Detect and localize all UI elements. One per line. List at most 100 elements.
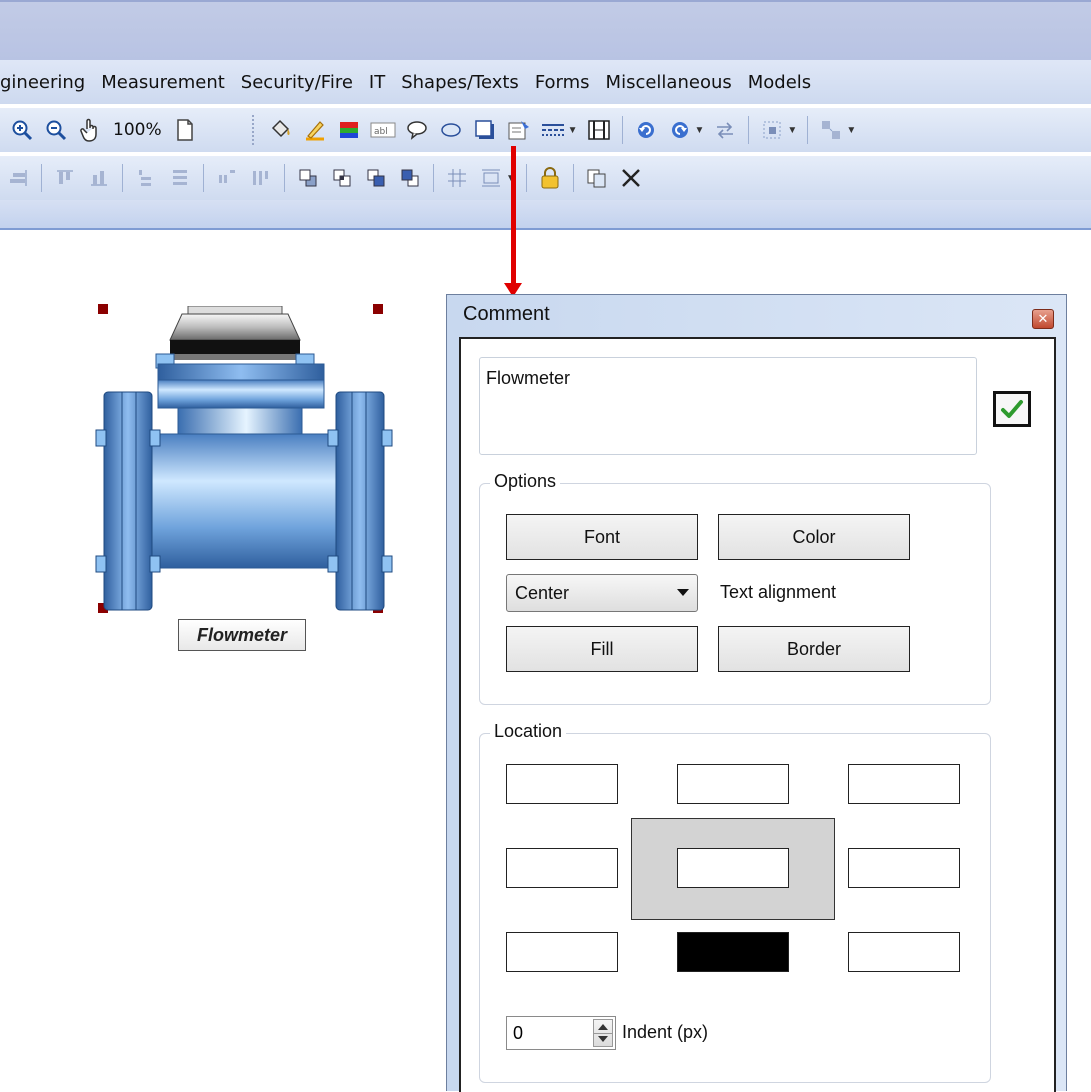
indent-stepper[interactable]: 0 <box>506 1016 616 1050</box>
toolbar-separator <box>572 164 574 192</box>
menu-models[interactable]: Models <box>740 72 819 93</box>
menu-miscellaneous[interactable]: Miscellaneous <box>598 72 740 93</box>
rotate-dropdown-icon[interactable]: ▼ <box>695 125 705 136</box>
space-vertical-icon[interactable] <box>166 164 194 192</box>
checkmark-icon <box>1001 400 1023 418</box>
toolbar-separator <box>748 116 750 144</box>
menu-forms[interactable]: Forms <box>527 72 598 93</box>
location-middle-left[interactable] <box>506 848 618 888</box>
toolbar-main: 100% abl ▼ ▼ ▼ ▼ <box>0 108 1091 152</box>
rotate-left-icon[interactable] <box>632 116 660 144</box>
menu-shapes-texts[interactable]: Shapes/Texts <box>393 72 527 93</box>
toolbar-separator <box>621 116 623 144</box>
toolbar-separator <box>433 164 434 192</box>
align-bottom-icon[interactable] <box>85 164 113 192</box>
border-button[interactable]: Border <box>718 626 910 672</box>
text-alignment-label: Text alignment <box>720 582 837 602</box>
fit-width-icon[interactable] <box>585 116 613 144</box>
location-bottom-right[interactable] <box>848 932 960 972</box>
shadow-box-icon[interactable] <box>471 116 499 144</box>
distribute-vertical-icon[interactable] <box>132 164 160 192</box>
title-strip <box>0 0 1091 60</box>
color-button[interactable]: Color <box>718 514 910 560</box>
snap-icon[interactable] <box>477 164 505 192</box>
indent-value: 0 <box>513 1023 524 1043</box>
text-alignment-select[interactable]: Center <box>506 574 698 612</box>
location-group: Location 0 Indent (px) <box>479 721 991 1083</box>
apply-checkmark-button[interactable] <box>993 391 1031 427</box>
toolbar-grip[interactable] <box>251 115 256 145</box>
send-backward-icon[interactable] <box>328 164 356 192</box>
menu-security-fire[interactable]: Security/Fire <box>233 72 361 93</box>
toolbar-separator <box>525 164 527 192</box>
location-top-right[interactable] <box>848 764 960 804</box>
dialog-title: Comment <box>463 303 550 325</box>
callout-arrow-line <box>511 146 516 288</box>
comment-dialog: Comment ✕ Flowmeter Options Font Color C… <box>446 294 1067 1092</box>
line-style-icon[interactable] <box>539 116 567 144</box>
pen-icon[interactable] <box>301 116 329 144</box>
space-horizontal-icon[interactable] <box>247 164 275 192</box>
toolbar-separator <box>203 164 204 192</box>
shape-bubble-icon[interactable] <box>437 116 465 144</box>
location-top-center[interactable] <box>677 764 789 804</box>
align-right-icon[interactable] <box>4 164 32 192</box>
pan-hand-icon[interactable] <box>76 116 104 144</box>
chevron-down-icon <box>677 589 689 596</box>
group-dropdown-icon[interactable]: ▼ <box>787 125 797 136</box>
bring-to-front-icon[interactable] <box>362 164 390 192</box>
distribute-horizontal-icon[interactable] <box>213 164 241 192</box>
properties-icon[interactable] <box>505 116 533 144</box>
zoom-out-icon[interactable] <box>42 116 70 144</box>
text-field-icon[interactable]: abl <box>369 116 397 144</box>
comment-bubble-icon[interactable] <box>403 116 431 144</box>
options-legend: Options <box>490 471 561 492</box>
fill-bucket-icon[interactable] <box>267 116 295 144</box>
lock-icon[interactable] <box>536 164 564 192</box>
location-legend: Location <box>490 721 567 742</box>
line-style-dropdown-icon[interactable]: ▼ <box>568 125 578 136</box>
toolbar-separator <box>41 164 42 192</box>
menu-it[interactable]: IT <box>361 72 393 93</box>
zoom-in-icon[interactable] <box>8 116 36 144</box>
page-icon[interactable] <box>171 116 199 144</box>
zoom-level[interactable]: 100% <box>113 120 162 140</box>
ungroup-icon[interactable] <box>817 116 845 144</box>
toolbar-separator <box>807 116 809 144</box>
flip-icon[interactable] <box>711 116 739 144</box>
send-to-back-icon[interactable] <box>396 164 424 192</box>
dialog-body: Flowmeter Options Font Color Center Text… <box>459 337 1056 1092</box>
toolbar-separator <box>284 164 285 192</box>
fill-button[interactable]: Fill <box>506 626 698 672</box>
indent-label: Indent (px) <box>622 1022 709 1042</box>
rotate-right-icon[interactable] <box>666 116 694 144</box>
location-bottom-left[interactable] <box>506 932 618 972</box>
grid-icon[interactable] <box>443 164 471 192</box>
location-top-left[interactable] <box>506 764 618 804</box>
svg-text:abl: abl <box>374 127 388 137</box>
bring-forward-icon[interactable] <box>294 164 322 192</box>
menubar: gineering Measurement Security/Fire IT S… <box>0 60 1091 104</box>
comment-text-input[interactable]: Flowmeter <box>479 357 977 455</box>
options-group: Options Font Color Center Text alignment… <box>479 471 991 705</box>
flowmeter-shape[interactable] <box>94 306 394 616</box>
text-alignment-value: Center <box>515 582 570 603</box>
shape-comment-label[interactable]: Flowmeter <box>178 619 306 651</box>
menu-engineering[interactable]: gineering <box>0 72 93 93</box>
location-middle-right[interactable] <box>848 848 960 888</box>
ungroup-dropdown-icon[interactable]: ▼ <box>846 125 856 136</box>
font-button[interactable]: Font <box>506 514 698 560</box>
location-center[interactable] <box>677 848 789 888</box>
toolbar-separator <box>122 164 123 192</box>
stepper-arrows-icon[interactable] <box>593 1019 613 1047</box>
align-top-icon[interactable] <box>51 164 79 192</box>
toolbar-bottom-band <box>0 200 1091 230</box>
color-icon[interactable] <box>335 116 363 144</box>
delete-icon[interactable] <box>617 164 645 192</box>
copy-icon[interactable] <box>583 164 611 192</box>
group-icon[interactable] <box>758 116 786 144</box>
menu-measurement[interactable]: Measurement <box>93 72 233 93</box>
location-bottom-center[interactable] <box>677 932 789 972</box>
close-icon[interactable]: ✕ <box>1032 309 1054 329</box>
toolbar-arrange: ▼ <box>0 156 1091 200</box>
